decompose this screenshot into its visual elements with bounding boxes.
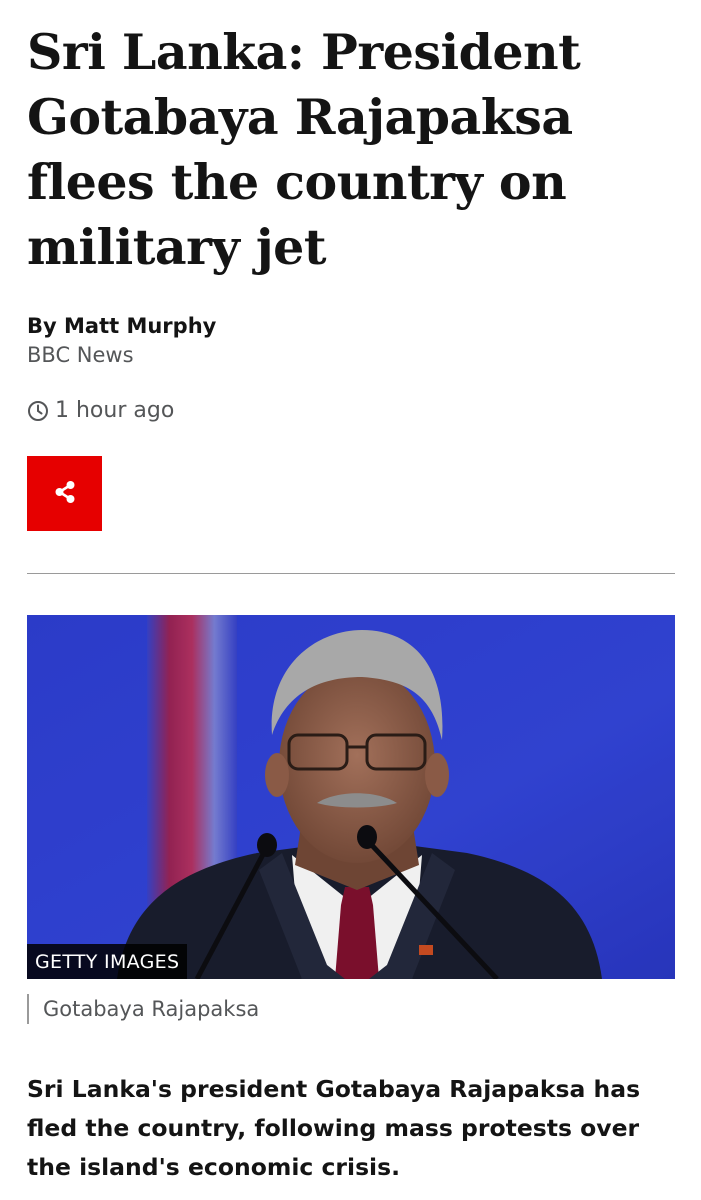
clock-icon xyxy=(27,400,49,422)
byline: By Matt Murphy BBC News xyxy=(27,312,216,370)
portrait-photo xyxy=(27,615,675,979)
byline-organization: BBC News xyxy=(27,343,134,367)
timestamp: 1 hour ago xyxy=(27,398,174,423)
image-caption: Gotabaya Rajapaksa xyxy=(27,994,259,1024)
divider xyxy=(27,573,675,574)
article-headline: Sri Lanka: President Gotabaya Rajapaksa … xyxy=(27,23,581,276)
article: Sri Lanka: President Gotabaya Rajapaksa … xyxy=(27,0,675,1181)
image-credit: GETTY IMAGES xyxy=(27,944,188,979)
share-icon xyxy=(51,478,79,509)
article-image: GETTY IMAGES xyxy=(27,615,675,979)
timestamp-text: 1 hour ago xyxy=(55,398,175,423)
share-button[interactable] xyxy=(27,456,102,531)
article-lede: Sri Lanka's president Gotabaya Rajapaksa… xyxy=(27,1075,641,1181)
byline-author: By Matt Murphy xyxy=(27,314,217,338)
